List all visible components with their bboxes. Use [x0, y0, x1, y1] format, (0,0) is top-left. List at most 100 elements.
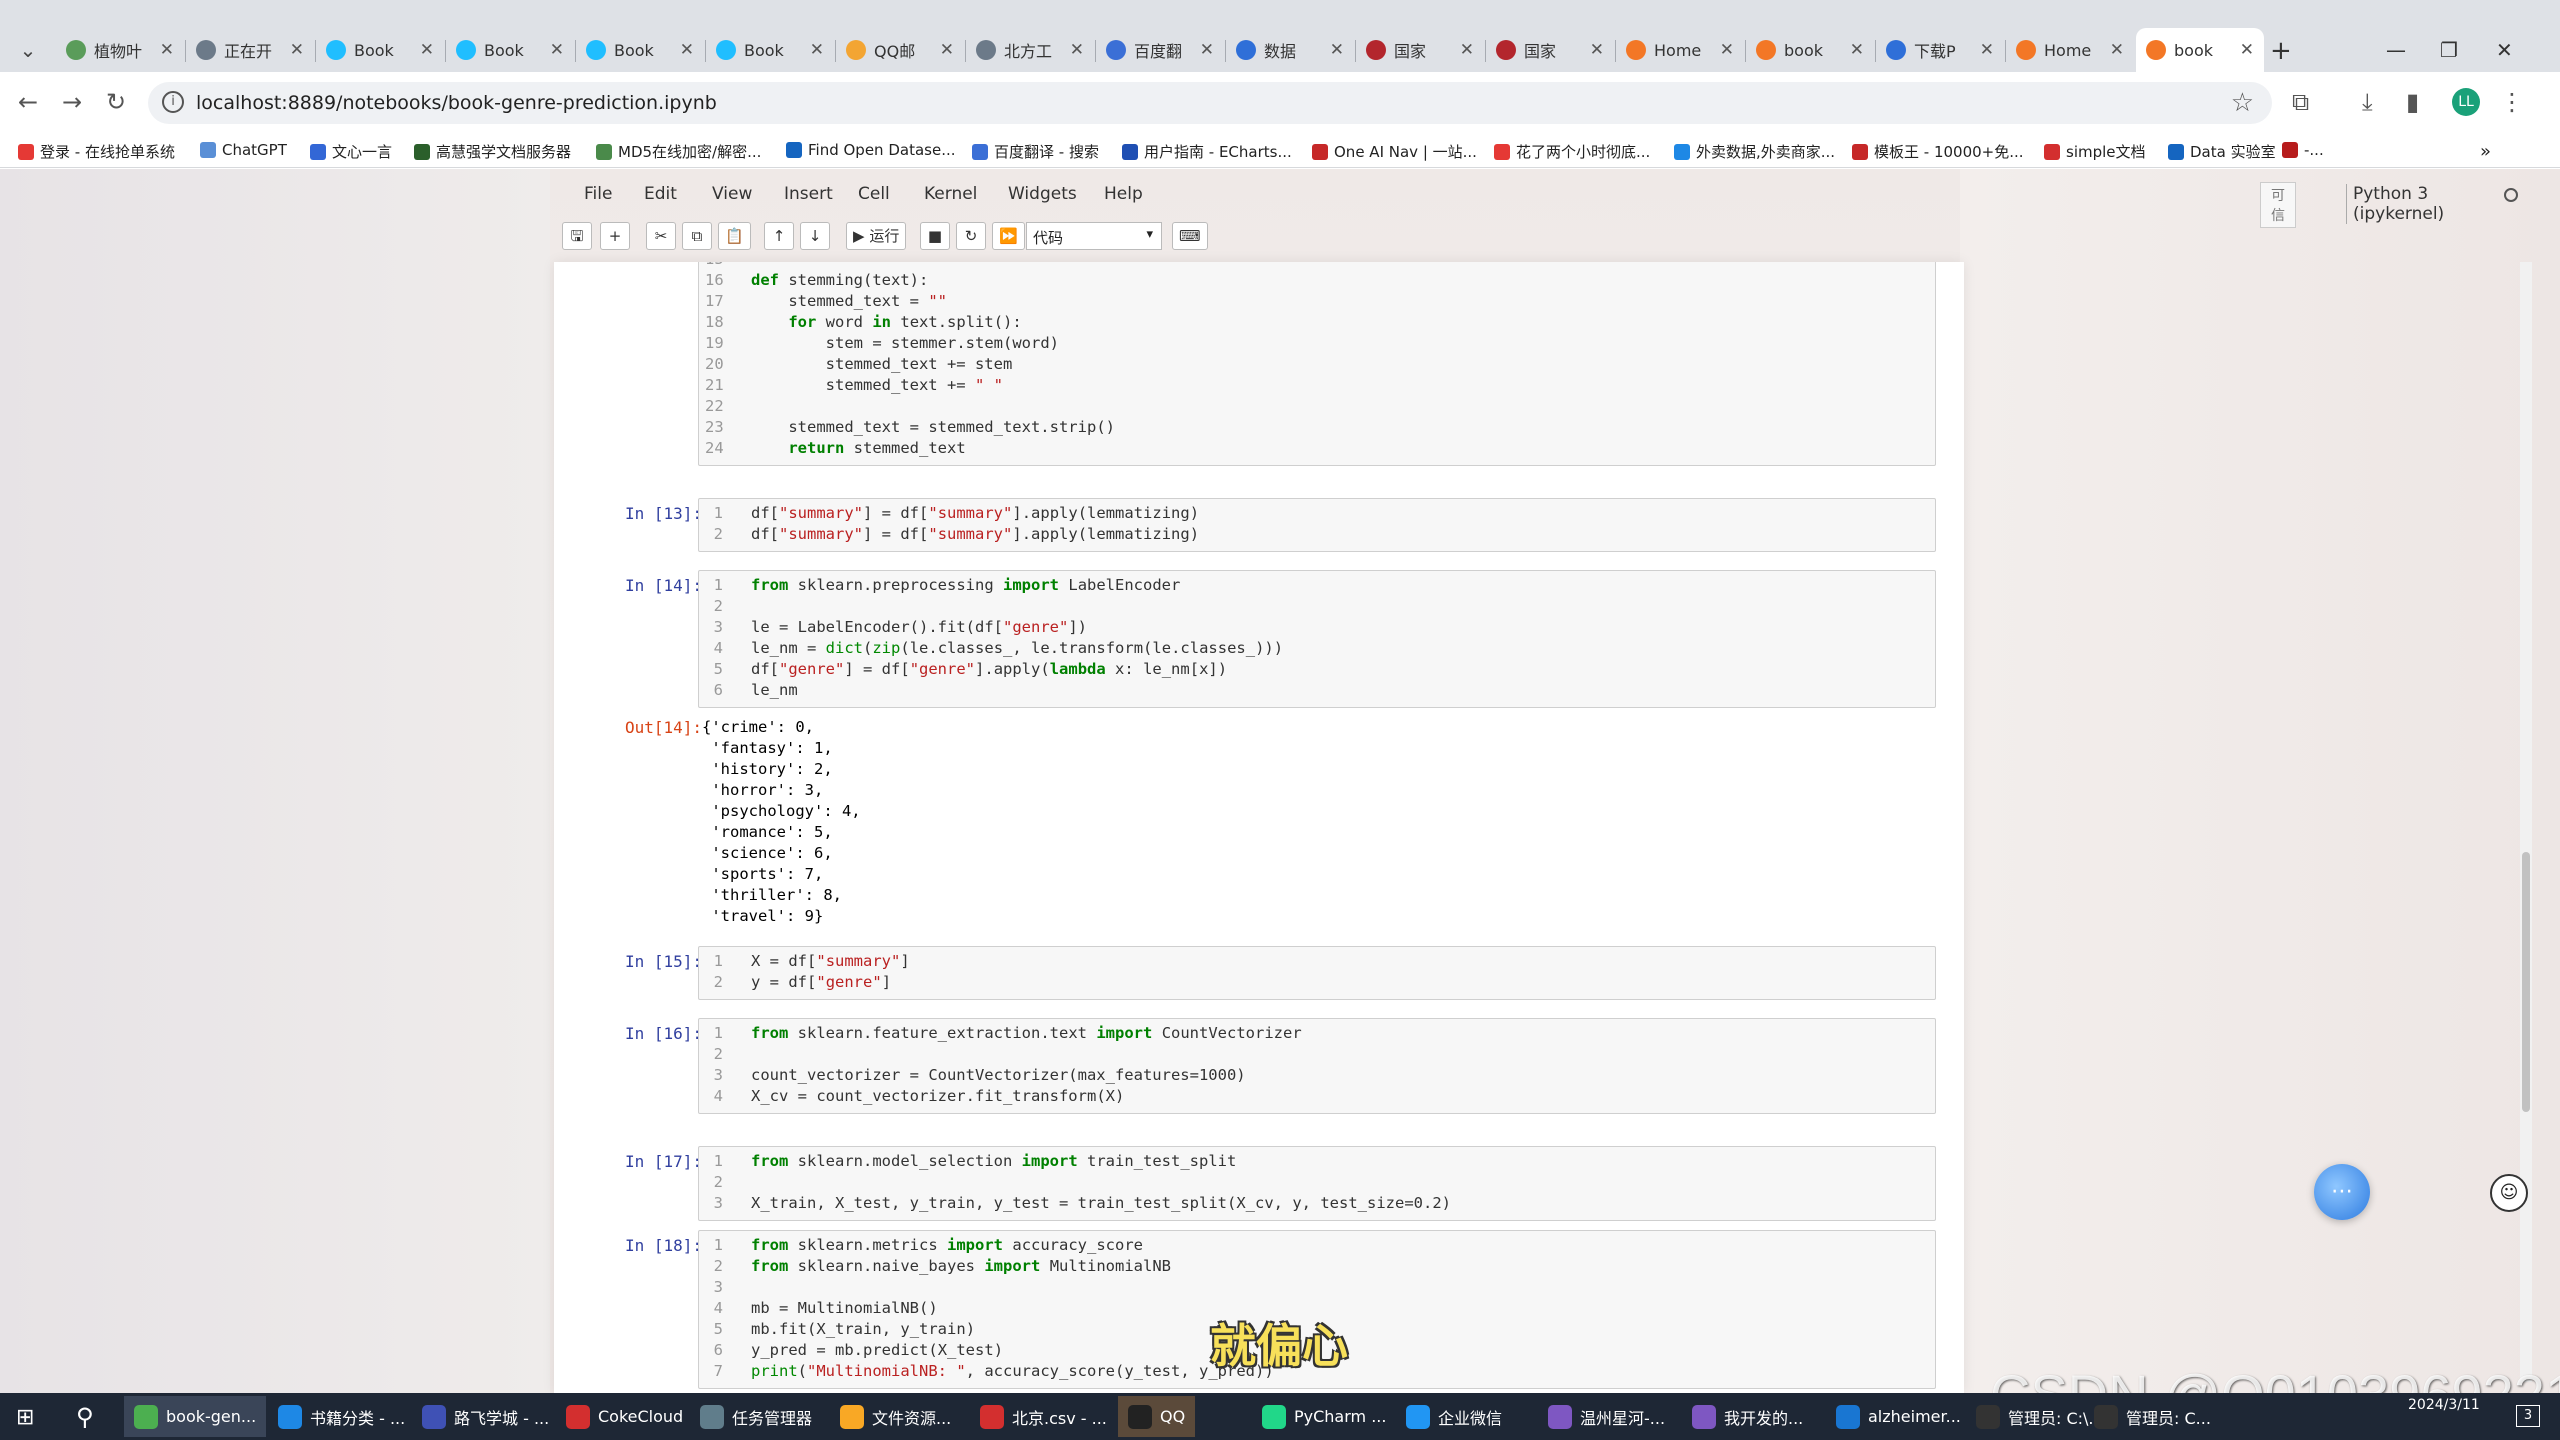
run-button[interactable]: ▶ 运行 — [846, 222, 907, 250]
scrollbar-thumb[interactable] — [2522, 852, 2530, 1112]
browser-tab[interactable]: Book ✕ — [576, 28, 704, 72]
bookmark-item[interactable]: 模板王 - 10000+免... — [1852, 141, 2024, 162]
save-icon[interactable]: 🖫 — [562, 222, 592, 250]
close-tab-icon[interactable]: ✕ — [940, 40, 954, 60]
cut-scissors-icon[interactable]: ✂ — [646, 222, 676, 250]
assistant-robot-icon[interactable]: ☺ — [2490, 1174, 2528, 1212]
stop-square-icon[interactable]: ■ — [920, 222, 950, 250]
bookmark-item[interactable]: 外卖数据,外卖商家... — [1674, 141, 1835, 162]
url-text[interactable]: localhost:8889/notebooks/book-genre-pred… — [196, 92, 717, 114]
cell-code-editor[interactable]: 1 df["summary"] = df["summary"].apply(lem… — [698, 498, 1936, 552]
bookmark-item[interactable]: Data 实验室 — [2168, 141, 2276, 162]
close-tab-icon[interactable]: ✕ — [2240, 40, 2254, 60]
close-tab-icon[interactable]: ✕ — [290, 40, 304, 60]
browser-tab[interactable]: book ✕ — [2136, 28, 2264, 72]
menu-file[interactable]: File — [584, 184, 612, 204]
close-tab-icon[interactable]: ✕ — [1850, 40, 1864, 60]
paste-icon[interactable]: 📋 — [718, 222, 751, 250]
bookmark-item[interactable]: simple文档 — [2044, 141, 2146, 162]
cell-code-editor[interactable]: 1 from sklearn.preprocessing import Label… — [698, 570, 1936, 708]
profile-avatar[interactable]: LL — [2452, 88, 2480, 116]
menu-help[interactable]: Help — [1104, 184, 1143, 204]
address-bar[interactable]: i localhost:8889/notebooks/book-genre-pr… — [148, 82, 2272, 124]
bookmark-item[interactable]: -... — [2282, 141, 2324, 159]
notification-center-icon[interactable]: 3 — [2516, 1405, 2540, 1427]
close-tab-icon[interactable]: ✕ — [680, 40, 694, 60]
cell-code-editor[interactable]: 1516def stemming(text):17 stemmed_text =… — [698, 262, 1936, 466]
kernel-name[interactable]: Python 3 (ipykernel) — [2346, 184, 2444, 224]
bookmark-item[interactable]: ChatGPT — [200, 141, 287, 159]
taskbar-app-button[interactable]: 温州星河-... — [1538, 1396, 1675, 1437]
menu-insert[interactable]: Insert — [784, 184, 833, 204]
close-window-icon[interactable]: ✕ — [2496, 38, 2513, 62]
taskbar-app-button[interactable]: PyCharm ... — [1252, 1396, 1396, 1437]
cell-code-editor[interactable]: 1 from sklearn.model_selection import tra… — [698, 1146, 1936, 1221]
new-tab-button[interactable]: + — [2270, 36, 2292, 66]
side-panel-icon[interactable]: ▮ — [2406, 88, 2419, 116]
close-tab-icon[interactable]: ✕ — [1330, 40, 1344, 60]
menu-widgets[interactable]: Widgets — [1008, 184, 1077, 204]
copy-icon[interactable]: ⧉ — [682, 222, 712, 250]
taskbar-app-button[interactable]: 管理员: C... — [2084, 1396, 2221, 1437]
bookmark-star-icon[interactable]: ☆ — [2231, 88, 2254, 118]
menu-kernel[interactable]: Kernel — [924, 184, 977, 204]
browser-tab[interactable]: Home ✕ — [1616, 28, 1744, 72]
browser-tab[interactable]: 下载P ✕ — [1876, 28, 2004, 72]
bookmark-item[interactable]: 用户指南 - ECharts... — [1122, 141, 1292, 162]
download-icon[interactable]: ⤓ — [2362, 88, 2373, 116]
close-tab-icon[interactable]: ✕ — [160, 40, 174, 60]
cell-type-select[interactable]: 代码 ▾ — [1026, 222, 1162, 250]
taskbar-app-button[interactable]: 我开发的... — [1682, 1396, 1813, 1437]
bookmark-item[interactable]: Find Open Datase... — [786, 141, 956, 159]
forward-arrow-icon[interactable]: → — [62, 88, 82, 116]
close-tab-icon[interactable]: ✕ — [1720, 40, 1734, 60]
menu-edit[interactable]: Edit — [644, 184, 677, 204]
floating-assistant-bubble-icon[interactable]: ⋯ — [2314, 1164, 2370, 1220]
browser-tab[interactable]: book ✕ — [1746, 28, 1874, 72]
close-tab-icon[interactable]: ✕ — [1590, 40, 1604, 60]
bookmark-item[interactable]: 花了两个小时彻底... — [1494, 141, 1650, 162]
browser-tab[interactable]: 植物叶 ✕ — [56, 28, 184, 72]
browser-tab[interactable]: Book ✕ — [706, 28, 834, 72]
page-scrollbar[interactable] — [2520, 262, 2532, 1382]
browser-tab[interactable]: QQ邮 ✕ — [836, 28, 964, 72]
browser-tab[interactable]: 正在开 ✕ — [186, 28, 314, 72]
bookmark-item[interactable]: 文心一言 — [310, 141, 392, 162]
taskbar-app-button[interactable]: QQ — [1118, 1396, 1196, 1437]
back-arrow-icon[interactable]: ← — [18, 88, 38, 116]
taskbar-app-button[interactable]: 路飞学城 - ... — [412, 1396, 559, 1437]
browser-tab[interactable]: 数据 ✕ — [1226, 28, 1354, 72]
browser-tab[interactable]: 国家 ✕ — [1356, 28, 1484, 72]
browser-tab[interactable]: Book ✕ — [446, 28, 574, 72]
close-tab-icon[interactable]: ✕ — [2110, 40, 2124, 60]
bookmark-item[interactable]: One AI Nav | 一站... — [1312, 141, 1477, 162]
browser-tab[interactable]: Book ✕ — [316, 28, 444, 72]
bookmark-item[interactable]: 登录 - 在线抢单系统 — [18, 141, 175, 162]
close-tab-icon[interactable]: ✕ — [1980, 40, 1994, 60]
reload-icon[interactable]: ↻ — [106, 88, 126, 116]
close-tab-icon[interactable]: ✕ — [550, 40, 564, 60]
windows-start-icon[interactable]: ⊞ — [16, 1405, 34, 1430]
close-tab-icon[interactable]: ✕ — [420, 40, 434, 60]
move-down-arrow-icon[interactable]: ↓ — [800, 222, 830, 250]
browser-tab[interactable]: 北方工 ✕ — [966, 28, 1094, 72]
restart-run-all-icon[interactable]: ⏩ — [992, 222, 1025, 250]
browser-tab[interactable]: 百度翻 ✕ — [1096, 28, 1224, 72]
taskbar-app-button[interactable]: 北京.csv - ... — [970, 1396, 1117, 1437]
restart-kernel-icon[interactable]: ↻ — [956, 222, 986, 250]
menu-cell[interactable]: Cell — [858, 184, 890, 204]
taskbar-app-button[interactable]: 文件资源... — [830, 1396, 961, 1437]
browser-tab[interactable]: 国家 ✕ — [1486, 28, 1614, 72]
taskbar-app-button[interactable]: alzheimer... — [1826, 1396, 1971, 1437]
restore-icon[interactable]: ❐ — [2440, 38, 2458, 62]
minimize-icon[interactable]: — — [2386, 38, 2406, 62]
taskbar-app-button[interactable]: 书籍分类 - ... — [268, 1396, 415, 1437]
menu-view[interactable]: View — [712, 184, 752, 204]
cell-code-editor[interactable]: 1 from sklearn.feature_extraction.text im… — [698, 1018, 1936, 1114]
bookmark-item[interactable]: MD5在线加密/解密... — [596, 141, 761, 162]
bookmark-item[interactable]: 百度翻译 - 搜索 — [972, 141, 1099, 162]
bookmark-item[interactable]: 高慧强学文档服务器 — [414, 141, 571, 162]
tab-search-chevron-icon[interactable]: ⌄ — [14, 36, 42, 64]
taskbar-app-button[interactable]: 企业微信 — [1396, 1396, 1512, 1437]
system-clock[interactable]: 2024/3/11 — [2408, 1395, 2480, 1415]
